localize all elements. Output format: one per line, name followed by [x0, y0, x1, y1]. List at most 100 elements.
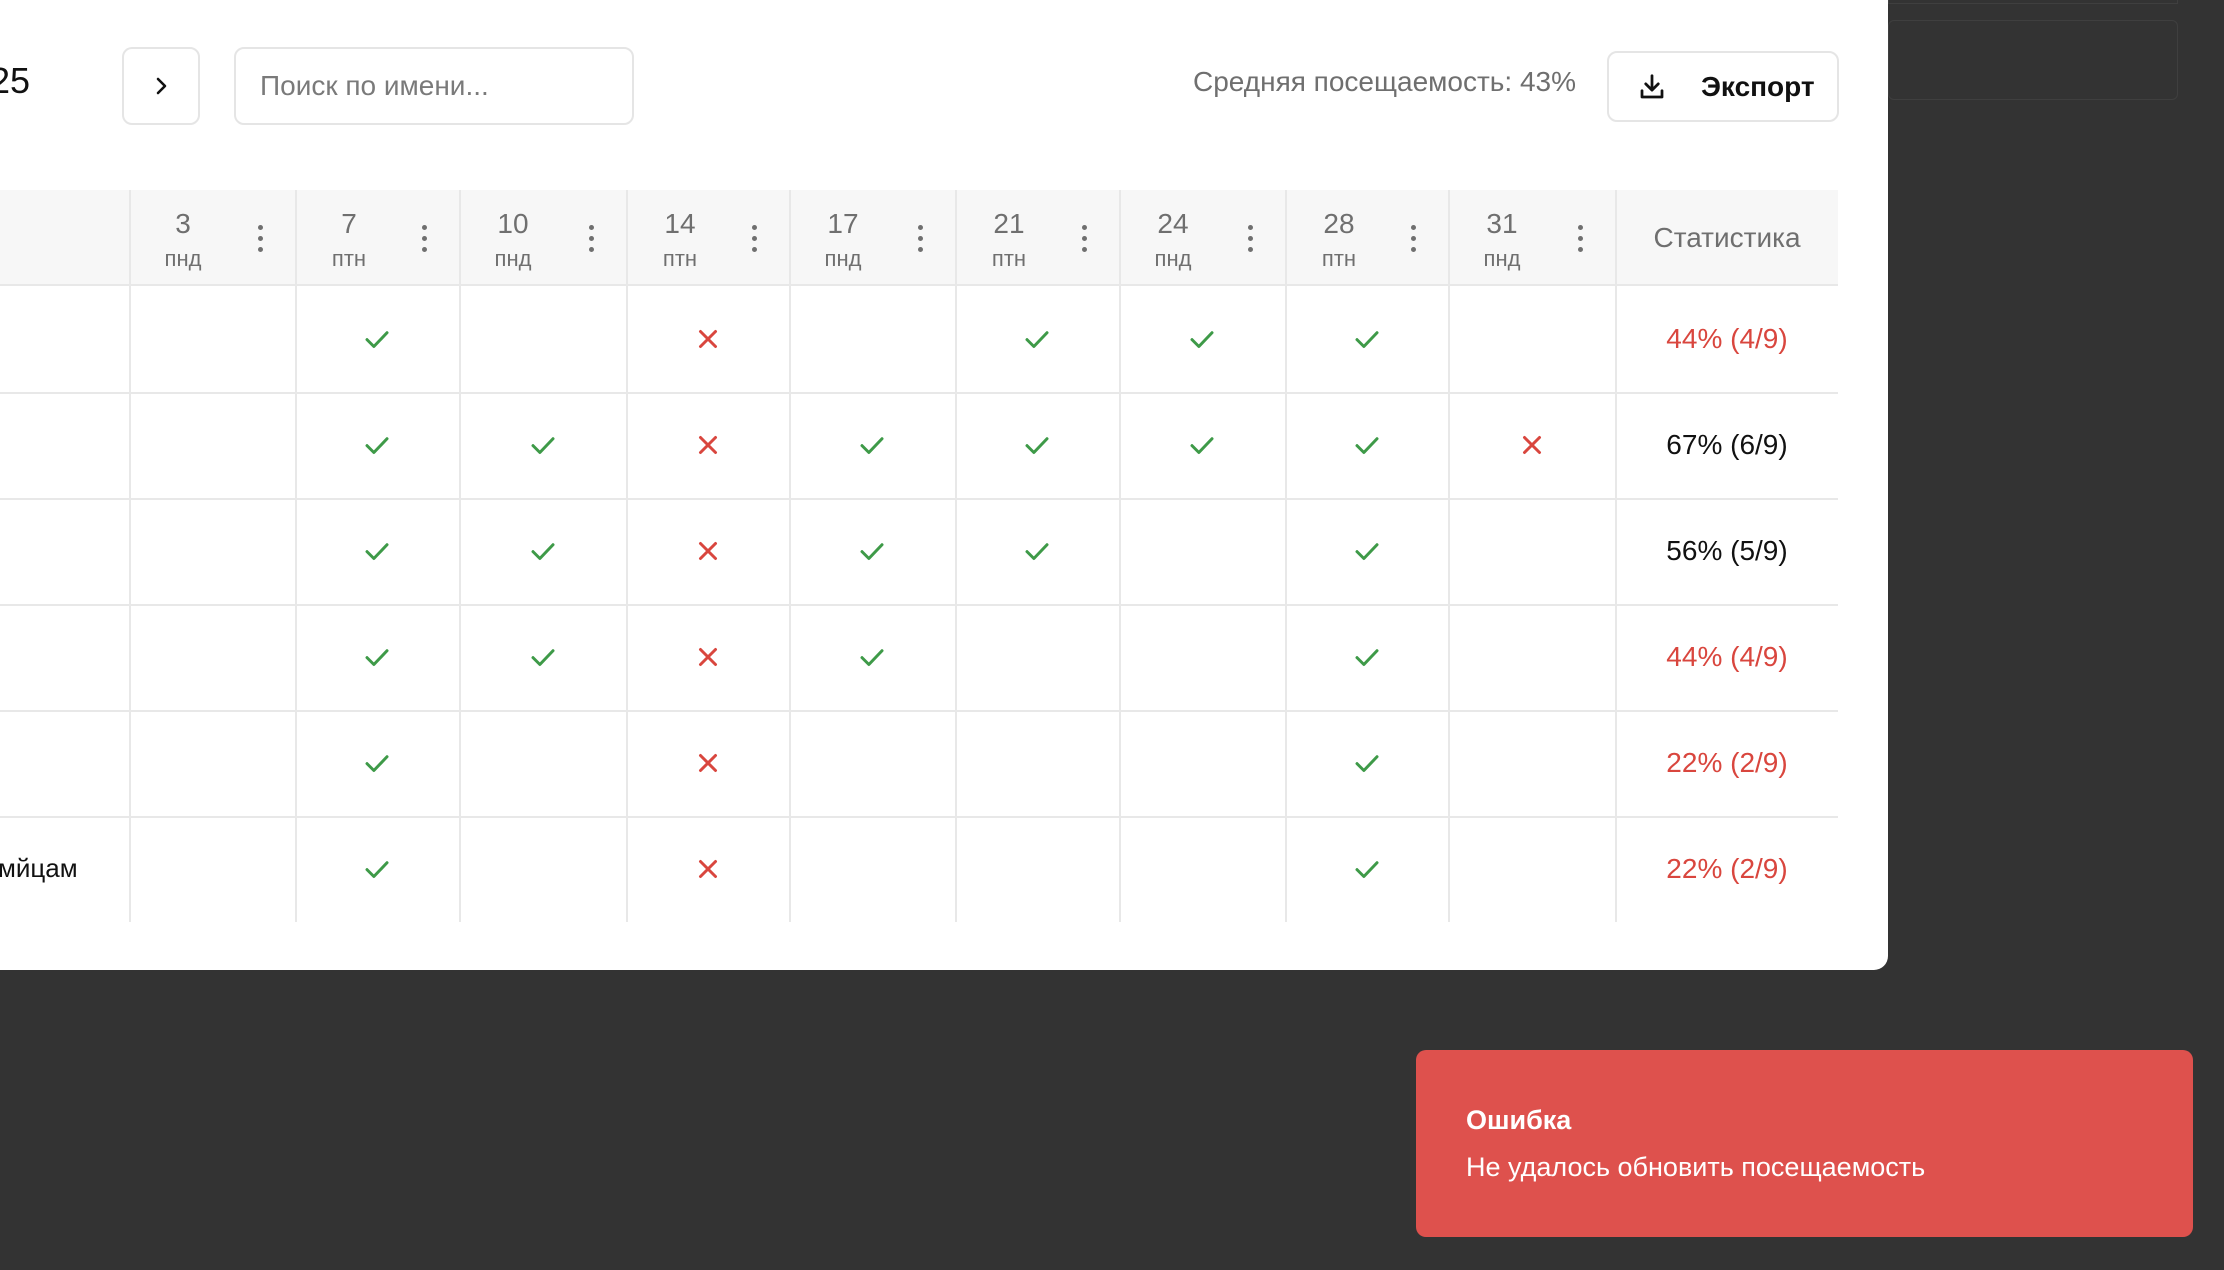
present-check-icon — [365, 755, 389, 772]
absent-x-icon — [698, 754, 717, 772]
column-weekday: пнд — [1154, 246, 1192, 271]
attendance-cell[interactable] — [1450, 606, 1615, 710]
menu-dot — [751, 225, 757, 230]
menu-dot — [588, 247, 594, 252]
attendance-cell[interactable] — [957, 606, 1119, 710]
menu-dot — [1247, 247, 1253, 252]
background-panel-edge — [1888, 0, 2178, 4]
absent-x-icon — [698, 330, 717, 348]
attendance-cell[interactable] — [1450, 288, 1615, 392]
toast-title: Ошибка — [1466, 1105, 1572, 1135]
present-check-icon — [860, 437, 884, 454]
present-check-icon — [365, 331, 389, 348]
menu-dot — [751, 236, 757, 241]
menu-dot — [257, 225, 263, 230]
attendance-cell[interactable] — [1121, 818, 1285, 922]
column-weekday: птн — [991, 246, 1027, 271]
column-weekday: птн — [662, 246, 698, 271]
row-stat: 44% (4/9) — [1666, 641, 1788, 672]
present-check-icon — [1355, 331, 1378, 348]
column-day: 28 — [1323, 208, 1355, 239]
menu-dot — [1577, 225, 1583, 230]
attendance-cell[interactable] — [1121, 606, 1285, 710]
export-button-label: Экспорт — [1701, 70, 1815, 102]
attendance-cell[interactable] — [1450, 818, 1615, 922]
attendance-cell[interactable] — [131, 818, 295, 922]
menu-dot — [917, 236, 923, 241]
column-weekday: птн — [1321, 246, 1357, 271]
average-attendance: Средняя посещаемость: 43% — [1193, 66, 1576, 97]
column-day: 24 — [1157, 208, 1189, 239]
column-day: 31 — [1486, 208, 1518, 239]
attendance-cell[interactable] — [461, 288, 626, 392]
menu-dot — [917, 225, 923, 230]
present-check-icon — [365, 437, 389, 454]
present-check-icon — [1355, 861, 1378, 878]
attendance-cell[interactable] — [131, 394, 295, 498]
toast-message: Не удалось обновить посещаемость — [1466, 1152, 1926, 1182]
present-check-icon — [1025, 543, 1049, 560]
menu-dot — [421, 247, 427, 252]
period-label: 025 — [0, 60, 31, 101]
present-check-icon — [1025, 437, 1049, 454]
menu-dot — [257, 236, 263, 241]
column-menu-icon[interactable] — [915, 225, 925, 255]
column-menu-icon[interactable] — [1079, 225, 1089, 255]
column-menu-icon[interactable] — [1575, 225, 1585, 255]
column-menu-icon[interactable] — [1245, 225, 1255, 255]
menu-dot — [1081, 225, 1087, 230]
column-day: 10 — [497, 208, 529, 239]
present-check-icon — [531, 543, 554, 560]
column-menu-icon[interactable] — [749, 225, 759, 255]
column-weekday: пнд — [164, 246, 202, 271]
present-check-icon — [860, 543, 884, 560]
menu-dot — [1410, 247, 1416, 252]
attendance-cell[interactable] — [1450, 500, 1615, 604]
column-weekday: пнд — [824, 246, 862, 271]
present-check-icon — [365, 861, 389, 878]
attendance-cell[interactable] — [957, 712, 1119, 816]
present-check-icon — [1355, 437, 1378, 454]
menu-dot — [1247, 225, 1253, 230]
column-day: 21 — [993, 208, 1025, 239]
attendance-cell[interactable] — [791, 288, 955, 392]
column-menu-icon[interactable] — [255, 225, 265, 255]
error-toast[interactable]: Ошибка Не удалось обновить посещаемость — [1416, 1050, 2193, 1237]
column-day: 7 — [341, 208, 357, 239]
present-check-icon — [1355, 543, 1378, 560]
search-input[interactable] — [234, 47, 634, 125]
present-check-icon — [531, 437, 554, 454]
attendance-cell[interactable] — [1121, 500, 1285, 604]
menu-dot — [1081, 236, 1087, 241]
export-button[interactable]: Экспорт — [1607, 51, 1839, 122]
absent-x-icon — [1522, 436, 1541, 454]
attendance-cell[interactable] — [131, 712, 295, 816]
attendance-cell[interactable] — [791, 712, 955, 816]
menu-dot — [421, 236, 427, 241]
present-check-icon — [365, 649, 389, 666]
column-menu-icon[interactable] — [1408, 225, 1418, 255]
chevron-right-icon — [156, 77, 167, 95]
present-check-icon — [1190, 331, 1214, 348]
attendance-cell[interactable] — [461, 818, 626, 922]
attendance-card: 025 Средняя посещаемость: 43% Экспорт Ст… — [0, 0, 1888, 970]
attendance-cell[interactable] — [131, 606, 295, 710]
absent-x-icon — [698, 436, 717, 454]
present-check-icon — [531, 649, 554, 666]
menu-dot — [1577, 236, 1583, 241]
attendance-cell[interactable] — [791, 818, 955, 922]
column-weekday: пнд — [1483, 246, 1521, 271]
attendance-cell[interactable] — [131, 500, 295, 604]
column-menu-icon[interactable] — [586, 225, 596, 255]
attendance-cell[interactable] — [1121, 712, 1285, 816]
attendance-cell[interactable] — [957, 818, 1119, 922]
background-panel — [1888, 20, 2178, 100]
menu-dot — [257, 247, 263, 252]
next-period-button[interactable] — [122, 47, 200, 125]
attendance-cell[interactable] — [461, 712, 626, 816]
column-menu-icon[interactable] — [419, 225, 429, 255]
present-check-icon — [1355, 649, 1378, 666]
attendance-table: Статистика 3 пнд 7 птн 10 пнд 14 птн 17 пнд 21 птн 2… — [0, 190, 1838, 922]
attendance-cell[interactable] — [131, 288, 295, 392]
attendance-cell[interactable] — [1450, 712, 1615, 816]
